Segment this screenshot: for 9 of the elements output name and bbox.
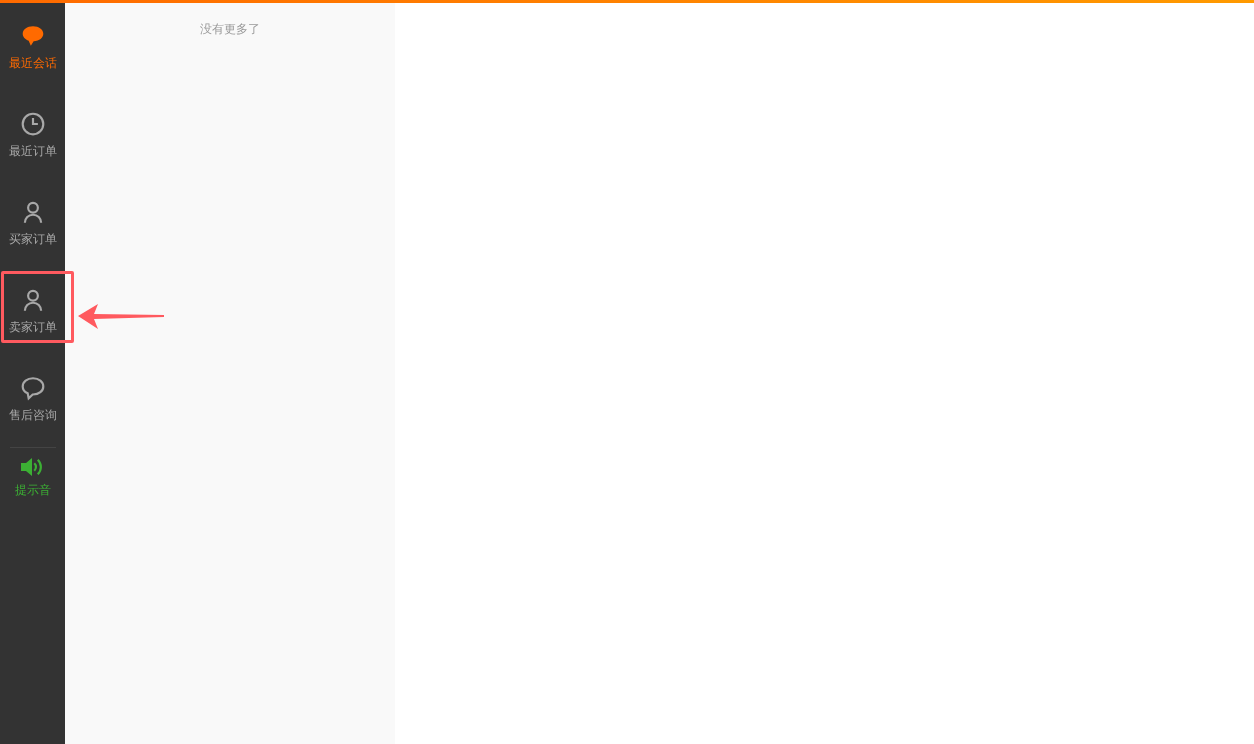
end-note: 没有更多了 <box>200 21 260 37</box>
nav-item[interactable]: 售后咨询 <box>0 355 65 443</box>
clock-icon <box>19 110 46 137</box>
nav-item[interactable]: 最近订单 <box>0 91 65 179</box>
nav-item[interactable]: 最近会话 <box>0 3 65 91</box>
nav-item[interactable]: 买家订单 <box>0 179 65 267</box>
sound-toggle[interactable]: 提示音 <box>14 456 51 499</box>
speech-bubble-icon <box>19 374 46 401</box>
nav-item[interactable]: 卖家订单 <box>0 267 65 355</box>
